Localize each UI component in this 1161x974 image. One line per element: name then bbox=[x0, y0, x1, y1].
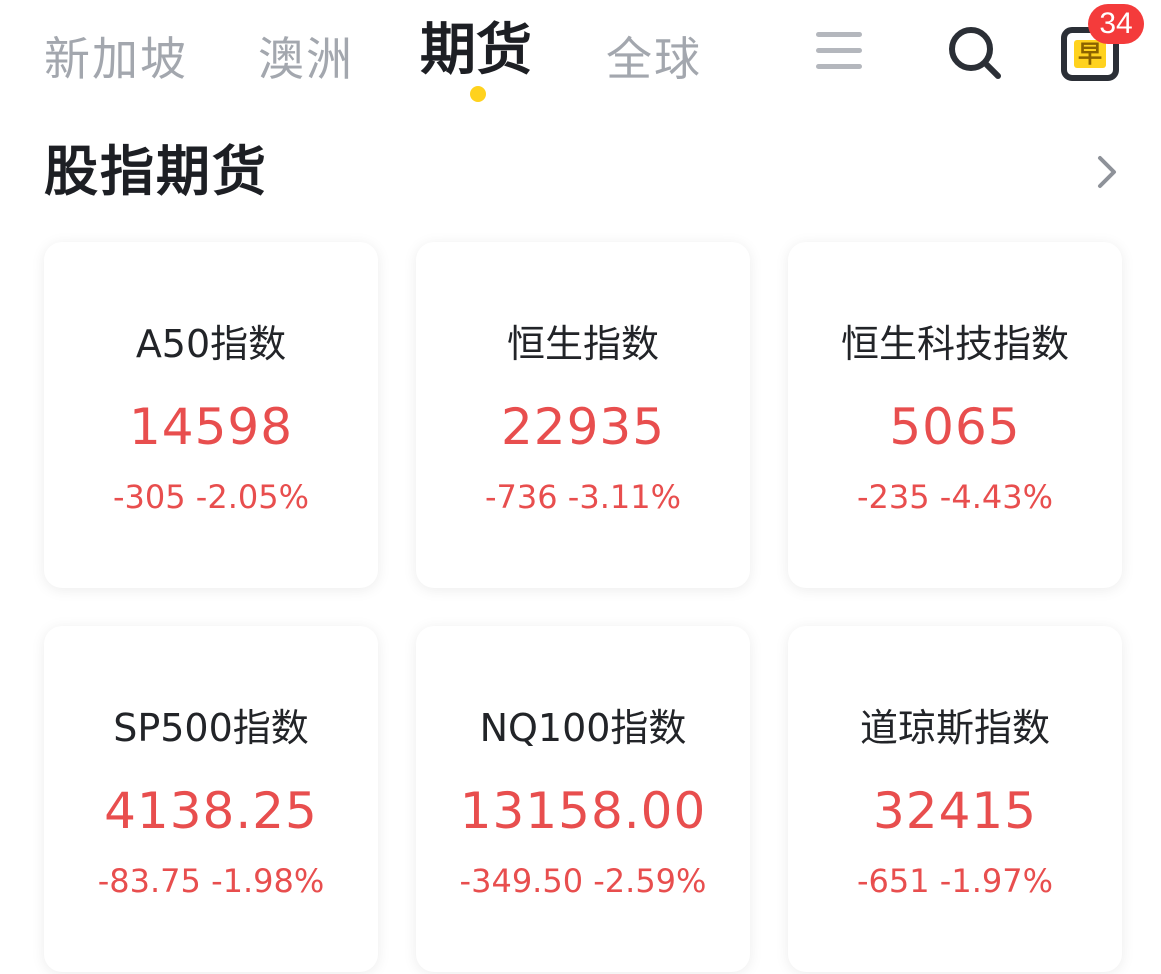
index-price: 22935 bbox=[500, 398, 666, 456]
chevron-right-icon[interactable] bbox=[1090, 150, 1124, 194]
index-price: 32415 bbox=[872, 782, 1038, 840]
top-navigation: 新加坡 澳洲 期货 全球 早 34 bbox=[0, 0, 1161, 110]
index-name: SP500指数 bbox=[113, 706, 309, 750]
tab-australia[interactable]: 澳洲 bbox=[258, 26, 354, 92]
index-change: -235 -4.43% bbox=[857, 478, 1053, 516]
index-price: 13158.00 bbox=[459, 782, 707, 840]
index-price: 5065 bbox=[889, 398, 1021, 456]
index-card-hstech[interactable]: 恒生科技指数 5065 -235 -4.43% bbox=[788, 242, 1122, 588]
index-price: 4138.25 bbox=[104, 782, 318, 840]
index-card-nq100[interactable]: NQ100指数 13158.00 -349.50 -2.59% bbox=[416, 626, 750, 972]
index-name: NQ100指数 bbox=[479, 706, 687, 750]
index-card-hsi[interactable]: 恒生指数 22935 -736 -3.11% bbox=[416, 242, 750, 588]
index-card-a50[interactable]: A50指数 14598 -305 -2.05% bbox=[44, 242, 378, 588]
index-change: -736 -3.11% bbox=[485, 478, 681, 516]
index-name: 恒生科技指数 bbox=[840, 322, 1069, 366]
index-card-dow[interactable]: 道琼斯指数 32415 -651 -1.97% bbox=[788, 626, 1122, 972]
index-change: -305 -2.05% bbox=[113, 478, 309, 516]
index-name: A50指数 bbox=[135, 322, 287, 366]
index-price: 14598 bbox=[128, 398, 294, 456]
notification-badge: 34 bbox=[1088, 4, 1144, 44]
tab-singapore[interactable]: 新加坡 bbox=[44, 26, 188, 92]
active-tab-indicator bbox=[470, 86, 486, 102]
section-title: 股指期货 bbox=[44, 140, 268, 203]
index-card-sp500[interactable]: SP500指数 4138.25 -83.75 -1.98% bbox=[44, 626, 378, 972]
tab-global[interactable]: 全球 bbox=[606, 26, 702, 92]
menu-icon[interactable] bbox=[814, 28, 864, 74]
index-change: -651 -1.97% bbox=[857, 862, 1053, 900]
index-name: 恒生指数 bbox=[506, 322, 659, 366]
index-change: -349.50 -2.59% bbox=[459, 862, 707, 900]
index-change: -83.75 -1.98% bbox=[97, 862, 325, 900]
tab-futures[interactable]: 期货 bbox=[420, 18, 532, 84]
index-name: 道琼斯指数 bbox=[859, 706, 1050, 750]
morning-notice-label: 早 bbox=[1078, 40, 1102, 68]
search-icon[interactable] bbox=[946, 24, 1004, 82]
